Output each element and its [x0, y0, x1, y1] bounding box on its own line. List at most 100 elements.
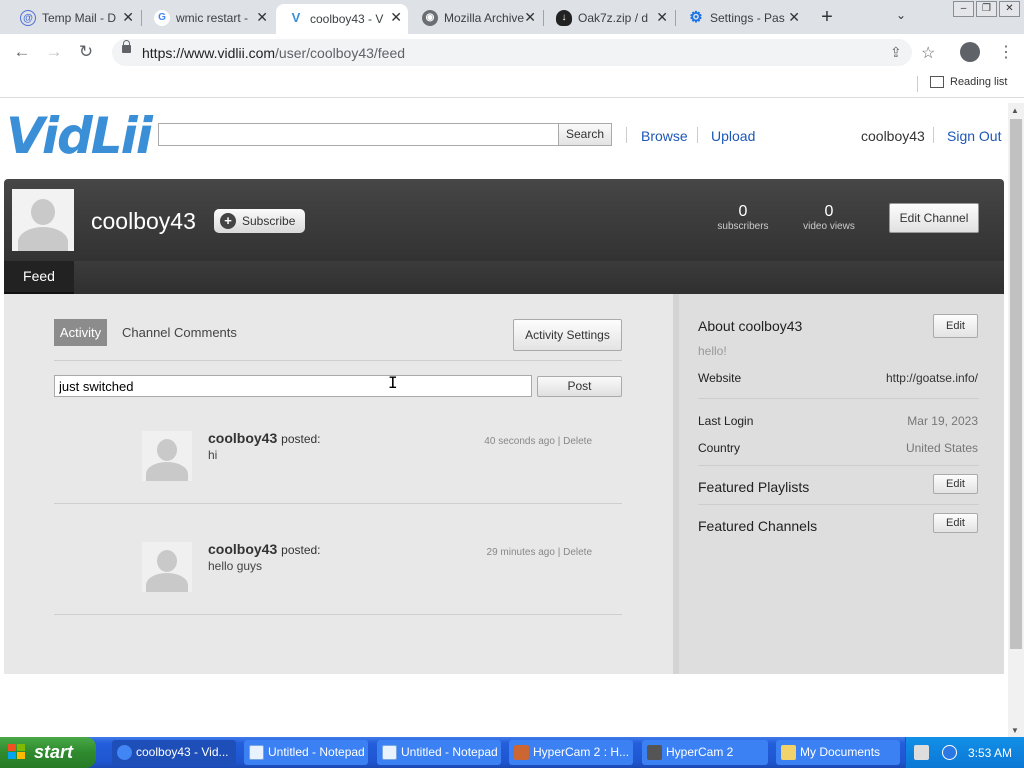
tab-wmic-restart[interactable]: G wmic restart - ✕	[142, 4, 274, 32]
avatar[interactable]	[142, 542, 192, 592]
page-viewport: VidLii Search Browse Upload coolboy43 Si…	[0, 103, 1008, 737]
taskbar-item-my-documents[interactable]: My Documents	[776, 740, 900, 765]
search-input[interactable]	[158, 123, 559, 146]
website-label: Website	[698, 371, 742, 385]
post-text: hello guys	[208, 559, 263, 573]
post-username[interactable]: coolboy43	[208, 541, 277, 557]
avatar-silhouette-body	[146, 462, 188, 481]
tab-feed[interactable]: Feed	[4, 261, 74, 294]
tab-title: Mozilla Archive	[444, 11, 525, 25]
restore-button[interactable]: ❐	[976, 1, 997, 17]
new-tab-button[interactable]: +	[816, 6, 838, 29]
subscribe-button[interactable]: + Subscribe	[214, 209, 305, 233]
featured-channels-title: Featured Channels	[698, 518, 818, 534]
page-scrollbar[interactable]: ▲ ▼	[1008, 103, 1024, 737]
edit-channels-button[interactable]: Edit	[933, 513, 978, 533]
post-time: 40 seconds ago	[484, 436, 555, 447]
browse-link[interactable]: Browse	[641, 128, 688, 144]
channel-header: coolboy43 + Subscribe 0 subscribers 0 vi…	[4, 179, 1004, 294]
list-item: coolboy43 posted: hi 40 seconds ago | De…	[54, 413, 622, 523]
tab-oak7z-zip[interactable]: ↓ Oak7z.zip / d ✕	[544, 4, 674, 32]
country-label: Country	[698, 441, 741, 455]
delete-link[interactable]: Delete	[563, 436, 592, 447]
avatar-silhouette-head	[31, 199, 55, 225]
channel-nav: Feed	[4, 261, 1004, 294]
post-username[interactable]: coolboy43	[208, 430, 277, 446]
taskbar-item-label: My Documents	[800, 745, 881, 759]
tab-title: coolboy43 - V	[310, 12, 384, 26]
chevron-down-icon[interactable]: ⌄	[896, 8, 906, 22]
subscribe-label: Subscribe	[242, 214, 296, 228]
language-icon[interactable]	[942, 745, 957, 760]
taskbar-item-hypercam[interactable]: HyperCam 2 : H...	[509, 740, 633, 765]
tab-coolboy43[interactable]: V coolboy43 - V ✕	[276, 4, 408, 34]
keyboard-icon[interactable]	[914, 745, 929, 760]
reading-list-label: Reading list	[950, 76, 1008, 88]
post-input[interactable]	[54, 375, 532, 397]
close-icon[interactable]: ✕	[788, 9, 800, 26]
profile-avatar-icon[interactable]	[960, 42, 980, 62]
back-arrow-icon[interactable]: ←	[12, 42, 32, 62]
post-verb: posted:	[281, 432, 321, 446]
taskbar-item-hypercam[interactable]: HyperCam 2	[642, 740, 768, 765]
reload-icon[interactable]: ↻	[76, 42, 96, 62]
close-icon[interactable]: ✕	[390, 9, 402, 26]
edit-channel-button[interactable]: Edit Channel	[889, 203, 979, 233]
tab-activity[interactable]: Activity	[54, 319, 107, 346]
browser-tab-bar: @ Temp Mail - D ✕ G wmic restart - ✕ V c…	[0, 0, 1024, 34]
tab-mozilla-archive[interactable]: ◉ Mozilla Archive ✕	[410, 4, 542, 32]
upload-link[interactable]: Upload	[711, 128, 755, 144]
tab-channel-comments[interactable]: Channel Comments	[122, 325, 237, 340]
country-value: United States	[905, 441, 978, 455]
current-user-link[interactable]: coolboy43	[861, 128, 925, 144]
taskbar-item-label: HyperCam 2 : H...	[533, 745, 630, 759]
avatar-silhouette-body	[18, 227, 68, 251]
scroll-up-arrow-icon[interactable]: ▲	[1011, 106, 1019, 115]
minimize-button[interactable]: –	[953, 1, 974, 17]
start-button[interactable]: start	[0, 737, 96, 768]
avatar-silhouette-head	[157, 550, 177, 572]
more-menu-icon[interactable]: ⋮	[998, 42, 1014, 62]
search-button[interactable]: Search	[558, 123, 612, 146]
avatar[interactable]	[142, 431, 192, 481]
featured-playlists-title: Featured Playlists	[698, 479, 810, 495]
scroll-thumb[interactable]	[1010, 119, 1022, 649]
globe-icon: ◉	[422, 10, 438, 26]
activity-settings-button[interactable]: Activity Settings	[513, 319, 622, 351]
taskbar-item-notepad[interactable]: Untitled - Notepad	[244, 740, 368, 765]
close-window-button[interactable]: ✕	[999, 1, 1020, 17]
forward-arrow-icon[interactable]: →	[44, 42, 64, 62]
vidlii-logo[interactable]: VidLii	[6, 107, 153, 165]
bookmark-star-icon[interactable]: ☆	[921, 43, 935, 63]
address-bar[interactable]: https://www.vidlii.com/user/coolboy43/fe…	[112, 39, 912, 66]
tray-clock[interactable]: 3:53 AM	[968, 746, 1012, 760]
tab-temp-mail[interactable]: @ Temp Mail - D ✕	[8, 4, 140, 32]
share-icon[interactable]: ⇪	[890, 44, 902, 61]
chrome-icon	[117, 745, 132, 760]
divider	[54, 614, 622, 615]
divider	[698, 398, 979, 399]
taskbar-item-notepad[interactable]: Untitled - Notepad	[377, 740, 501, 765]
about-bio: hello!	[698, 344, 727, 358]
taskbar-item-chrome[interactable]: coolboy43 - Vid...	[112, 740, 236, 765]
post-author: coolboy43 posted:	[208, 430, 321, 446]
system-tray: 3:53 AM	[905, 737, 1024, 768]
scroll-down-arrow-icon[interactable]: ▼	[1011, 726, 1019, 735]
close-icon[interactable]: ✕	[256, 9, 268, 26]
vidlii-icon: V	[291, 10, 301, 25]
tab-settings[interactable]: ⚙ Settings - Pas ✕	[676, 4, 806, 32]
close-icon[interactable]: ✕	[524, 9, 536, 26]
settings-gear-icon: ⚙	[689, 9, 703, 26]
close-icon[interactable]: ✕	[122, 9, 134, 26]
close-icon[interactable]: ✕	[656, 9, 668, 26]
views-label: video views	[803, 221, 855, 232]
cloud-download-icon: ↓	[556, 10, 572, 26]
edit-playlists-button[interactable]: Edit	[933, 474, 978, 494]
last-login-value: Mar 19, 2023	[907, 414, 978, 428]
reading-list-button[interactable]: Reading list	[930, 76, 1007, 88]
sign-out-link[interactable]: Sign Out	[947, 128, 1001, 144]
edit-about-button[interactable]: Edit	[933, 314, 978, 338]
post-button[interactable]: Post	[537, 376, 622, 397]
website-link[interactable]: http://goatse.info/	[886, 371, 978, 385]
delete-link[interactable]: Delete	[563, 547, 592, 558]
